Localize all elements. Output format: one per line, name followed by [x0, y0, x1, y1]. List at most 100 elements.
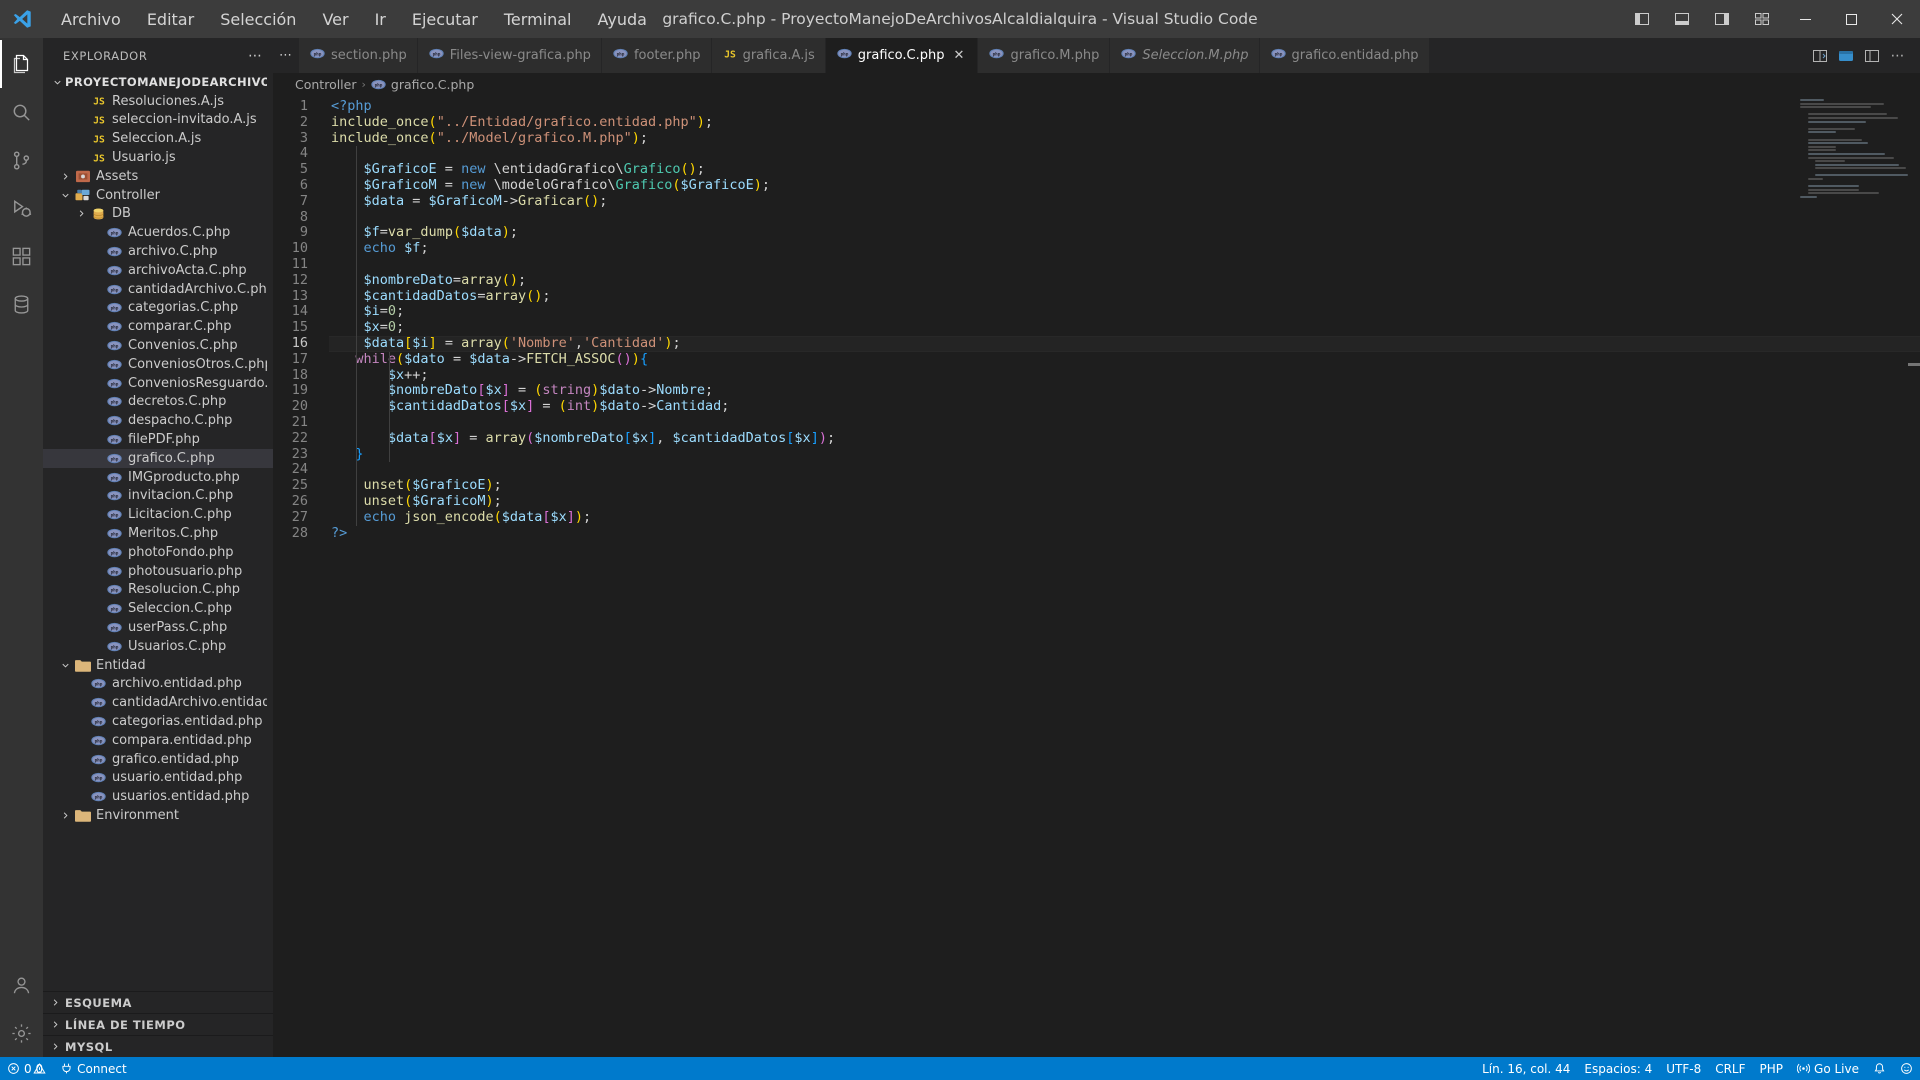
menu-archivo[interactable]: Archivo: [48, 6, 134, 33]
code-line[interactable]: $nombreDato[$x] = (string)$dato->Nombre;: [329, 382, 1920, 399]
minimap[interactable]: [1800, 99, 1908, 219]
menu-seleccion[interactable]: Selección: [207, 6, 309, 33]
code-line[interactable]: [329, 210, 1920, 226]
breadcrumb-folder[interactable]: Controller: [295, 77, 357, 92]
sidebar-section-mysql[interactable]: MYSQL: [43, 1035, 273, 1057]
tree-file-item[interactable]: JS Usuario.js: [43, 148, 273, 167]
tree-file-item[interactable]: php archivo.C.php: [43, 242, 273, 261]
tree-file-item[interactable]: php usuarios.entidad.php: [43, 787, 273, 806]
code-line[interactable]: $x=0;: [329, 319, 1920, 336]
tabs-overflow-button[interactable]: ⋯: [273, 38, 299, 73]
chevron-down-icon[interactable]: [49, 77, 65, 88]
code-line[interactable]: $data[$i] = array('Nombre','Cantidad');: [329, 335, 1920, 352]
code-line[interactable]: }: [329, 446, 1920, 463]
tree-file-item[interactable]: php comparar.C.php: [43, 317, 273, 336]
tree-file-item[interactable]: php invitacion.C.php: [43, 487, 273, 506]
tree-file-item[interactable]: php Acuerdos.C.php: [43, 223, 273, 242]
tree-file-item[interactable]: php photoFondo.php: [43, 543, 273, 562]
ellipsis-icon[interactable]: ⋯: [248, 48, 263, 64]
chevron-right-icon[interactable]: [73, 208, 89, 219]
tree-file-item[interactable]: php Convenios.C.php: [43, 336, 273, 355]
menu-editar[interactable]: Editar: [134, 6, 207, 33]
chevron-right-icon[interactable]: [57, 171, 73, 182]
tree-folder-item[interactable]: Controller: [43, 186, 273, 205]
code-line[interactable]: echo $f;: [329, 240, 1920, 257]
tree-folder-item[interactable]: Environment: [43, 806, 273, 825]
menu-terminal[interactable]: Terminal: [491, 6, 585, 33]
tree-file-item[interactable]: php archivoActa.C.php: [43, 261, 273, 280]
tree-root-folder[interactable]: PROYECTOMANEJODEARCHIVOSALCALDIALQUI...: [43, 73, 273, 92]
editor-tab[interactable]: php section.php: [299, 38, 418, 73]
breadcrumb-file[interactable]: grafico.C.php: [391, 77, 474, 92]
status-feedback[interactable]: [1893, 1057, 1920, 1080]
chevron-down-icon[interactable]: [57, 190, 73, 201]
code-line[interactable]: [329, 257, 1920, 273]
toggle-panel-icon[interactable]: [1662, 0, 1702, 38]
activity-manage[interactable]: [0, 1009, 43, 1057]
status-notifications[interactable]: [1866, 1057, 1893, 1080]
chevron-down-icon[interactable]: [57, 660, 73, 671]
code-content[interactable]: <?php include_once("../Entidad/grafico.en…: [329, 95, 1920, 1057]
status-language-mode[interactable]: PHP: [1753, 1057, 1791, 1080]
toggle-secondary-sidebar-icon[interactable]: [1702, 0, 1742, 38]
code-line[interactable]: $nombreDato=array();: [329, 272, 1920, 289]
activity-database[interactable]: [0, 280, 43, 328]
close-button[interactable]: [1874, 0, 1920, 38]
editor-tab[interactable]: php footer.php: [601, 38, 712, 73]
tree-file-item[interactable]: php IMGproducto.php: [43, 468, 273, 487]
toggle-primary-sidebar-icon[interactable]: [1622, 0, 1662, 38]
status-mysql-connect[interactable]: Connect: [53, 1057, 134, 1080]
tree-file-item[interactable]: JS Seleccion.A.js: [43, 129, 273, 148]
editor-scrollbar[interactable]: [1908, 95, 1920, 1057]
customize-layout-icon[interactable]: [1742, 0, 1782, 38]
code-line[interactable]: $data = $GraficoM->Graficar();: [329, 193, 1920, 210]
activity-explorer[interactable]: [0, 40, 43, 88]
code-line[interactable]: ?>: [329, 525, 1920, 542]
menu-ayuda[interactable]: Ayuda: [585, 6, 660, 33]
status-go-live[interactable]: Go Live: [1790, 1057, 1866, 1080]
editor-tab[interactable]: JS grafica.A.js: [711, 38, 826, 73]
tree-file-item[interactable]: php Usuarios.C.php: [43, 637, 273, 656]
tree-folder-item[interactable]: DB: [43, 205, 273, 224]
activity-run-debug[interactable]: [0, 184, 43, 232]
tree-file-item[interactable]: php grafico.C.php: [43, 448, 273, 468]
tree-file-item[interactable]: php filePDF.php: [43, 430, 273, 449]
code-line[interactable]: <?php: [329, 98, 1920, 115]
sidebar-section-línea-de-tiempo[interactable]: LÍNEA DE TIEMPO: [43, 1013, 273, 1035]
activity-extensions[interactable]: [0, 232, 43, 280]
code-line[interactable]: include_once("../Model/grafico.M.php");: [329, 130, 1920, 147]
chevron-right-icon[interactable]: [57, 810, 73, 821]
editor-tab[interactable]: php grafico.M.php: [978, 38, 1111, 73]
code-editor[interactable]: 1 2 3 4 5 6 7 8 9 10 11 12 13 14 15 16 17 18 19 20 21 22 23 24 2…: [273, 95, 1920, 1057]
status-indentation[interactable]: Espacios: 4: [1577, 1057, 1659, 1080]
code-line[interactable]: echo json_encode($data[$x]);: [329, 509, 1920, 526]
code-line[interactable]: $x++;: [329, 367, 1920, 384]
split-editor-icon[interactable]: [1808, 41, 1832, 71]
activity-source-control[interactable]: [0, 136, 43, 184]
editor-tab[interactable]: php Files-view-grafica.php: [417, 38, 602, 73]
tree-file-item[interactable]: php usuario.entidad.php: [43, 768, 273, 787]
tree-file-item[interactable]: php cantidadArchivo.entidad.php: [43, 693, 273, 712]
tree-file-item[interactable]: php photousuario.php: [43, 562, 273, 581]
tree-file-item[interactable]: JS Resoluciones.A.js: [43, 92, 273, 111]
minimize-button[interactable]: [1782, 0, 1828, 38]
code-line[interactable]: $cantidadDatos[$x] = (int)$dato->Cantida…: [329, 398, 1920, 415]
tree-file-item[interactable]: php Seleccion.C.php: [43, 599, 273, 618]
code-line[interactable]: [329, 462, 1920, 478]
tree-file-item[interactable]: php ConveniosOtros.C.php: [43, 355, 273, 374]
tree-file-item[interactable]: php Meritos.C.php: [43, 524, 273, 543]
code-line[interactable]: $f=var_dump($data);: [329, 224, 1920, 241]
sidebar-section-esquema[interactable]: ESQUEMA: [43, 991, 273, 1013]
file-tree[interactable]: PROYECTOMANEJODEARCHIVOSALCALDIALQUI... J…: [43, 73, 273, 991]
code-line[interactable]: unset($GraficoM);: [329, 493, 1920, 510]
tree-file-item[interactable]: php ConveniosResguardo.C.php: [43, 374, 273, 393]
tree-file-item[interactable]: php Resolucion.C.php: [43, 581, 273, 600]
code-line[interactable]: $GraficoM = new \modeloGrafico\Grafico($…: [329, 177, 1920, 194]
menu-ir[interactable]: Ir: [362, 6, 399, 33]
tree-file-item[interactable]: php cantidadArchivo.C.php: [43, 280, 273, 299]
open-browser-icon[interactable]: [1834, 41, 1858, 71]
tree-file-item[interactable]: JS seleccion-invitado.A.js: [43, 111, 273, 130]
tree-file-item[interactable]: php categorias.entidad.php: [43, 712, 273, 731]
tree-file-item[interactable]: php Licitacion.C.php: [43, 505, 273, 524]
tree-folder-item[interactable]: Entidad: [43, 656, 273, 675]
